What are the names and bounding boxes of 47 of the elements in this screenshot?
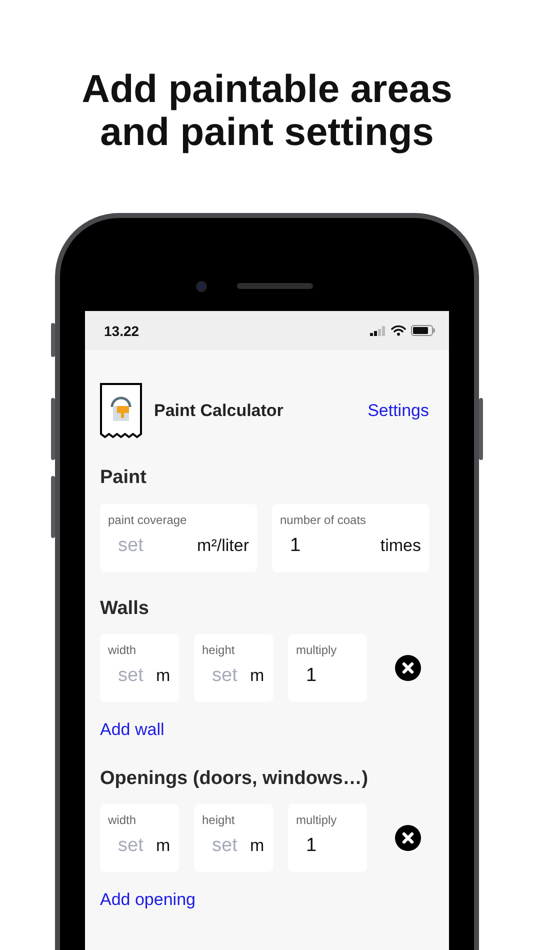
close-icon[interactable] bbox=[395, 655, 421, 681]
input-field[interactable]: set bbox=[202, 835, 248, 857]
signal-icon bbox=[370, 326, 386, 336]
battery-icon bbox=[411, 325, 435, 336]
input-field[interactable]: set bbox=[108, 665, 154, 687]
field-label: multiply bbox=[296, 813, 338, 827]
field-label: height bbox=[202, 813, 236, 827]
add-link[interactable]: Add wall bbox=[100, 720, 164, 740]
input-field[interactable]: set bbox=[108, 535, 183, 557]
settings-link[interactable]: Settings bbox=[368, 401, 429, 421]
add-link[interactable]: Add opening bbox=[100, 890, 196, 910]
unit-label: m bbox=[156, 666, 170, 686]
field-card[interactable]: number of coats 1 times bbox=[272, 504, 429, 572]
field-card[interactable]: width set m bbox=[100, 804, 179, 872]
close-icon[interactable] bbox=[395, 825, 421, 851]
field-card[interactable]: paint coverage set m²/liter bbox=[100, 504, 257, 572]
camera-icon bbox=[196, 280, 206, 292]
input-field[interactable]: 1 bbox=[280, 535, 355, 557]
headline: Add paintable areas bbox=[82, 68, 452, 111]
field-card[interactable]: height set m bbox=[194, 804, 273, 872]
section-heading: Walls bbox=[100, 598, 150, 620]
input-field[interactable]: 1 bbox=[296, 665, 359, 687]
field-card[interactable]: width set m bbox=[100, 634, 179, 702]
field-label: number of coats bbox=[280, 513, 368, 527]
field-label: width bbox=[108, 813, 138, 827]
section-heading: Paint bbox=[100, 467, 148, 489]
unit-label: m bbox=[250, 666, 264, 686]
status-time: 13.22 bbox=[104, 322, 140, 338]
field-card[interactable]: multiply 1 bbox=[288, 634, 367, 702]
app-logo-icon bbox=[100, 383, 142, 439]
section-heading: Openings (doors, windows…) bbox=[100, 768, 370, 790]
unit-label: m²/liter bbox=[197, 536, 249, 556]
input-field[interactable]: set bbox=[202, 665, 248, 687]
wifi-icon bbox=[391, 325, 406, 336]
field-card[interactable]: height set m bbox=[194, 634, 273, 702]
unit-label: times bbox=[380, 536, 421, 556]
field-label: height bbox=[202, 643, 236, 657]
headline: and paint settings bbox=[100, 111, 434, 154]
unit-label: m bbox=[156, 836, 170, 856]
input-field[interactable]: set bbox=[108, 835, 154, 857]
input-field[interactable]: 1 bbox=[296, 835, 359, 857]
app-title: Paint Calculator bbox=[154, 401, 284, 421]
field-card[interactable]: multiply 1 bbox=[288, 804, 367, 872]
field-label: multiply bbox=[296, 643, 338, 657]
unit-label: m bbox=[250, 836, 264, 856]
field-label: width bbox=[108, 643, 138, 657]
field-label: paint coverage bbox=[108, 513, 188, 527]
